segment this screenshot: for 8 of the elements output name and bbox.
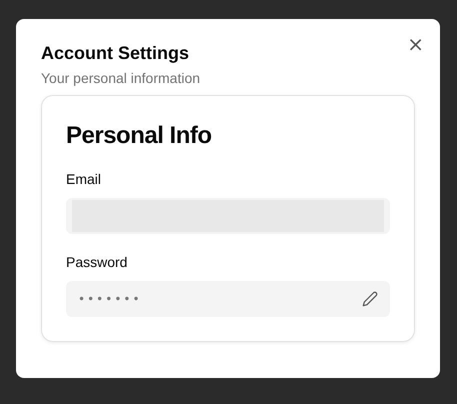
password-field[interactable]: ••••••• [66, 281, 390, 317]
dialog-subtitle: Your personal information [41, 69, 202, 88]
pencil-icon[interactable] [362, 291, 378, 307]
close-button[interactable]: × [407, 35, 424, 53]
card-title: Personal Info [66, 121, 213, 151]
dialog-title: Account Settings [41, 42, 190, 65]
field-label: Password [66, 253, 128, 272]
field-label: Email [66, 170, 102, 189]
